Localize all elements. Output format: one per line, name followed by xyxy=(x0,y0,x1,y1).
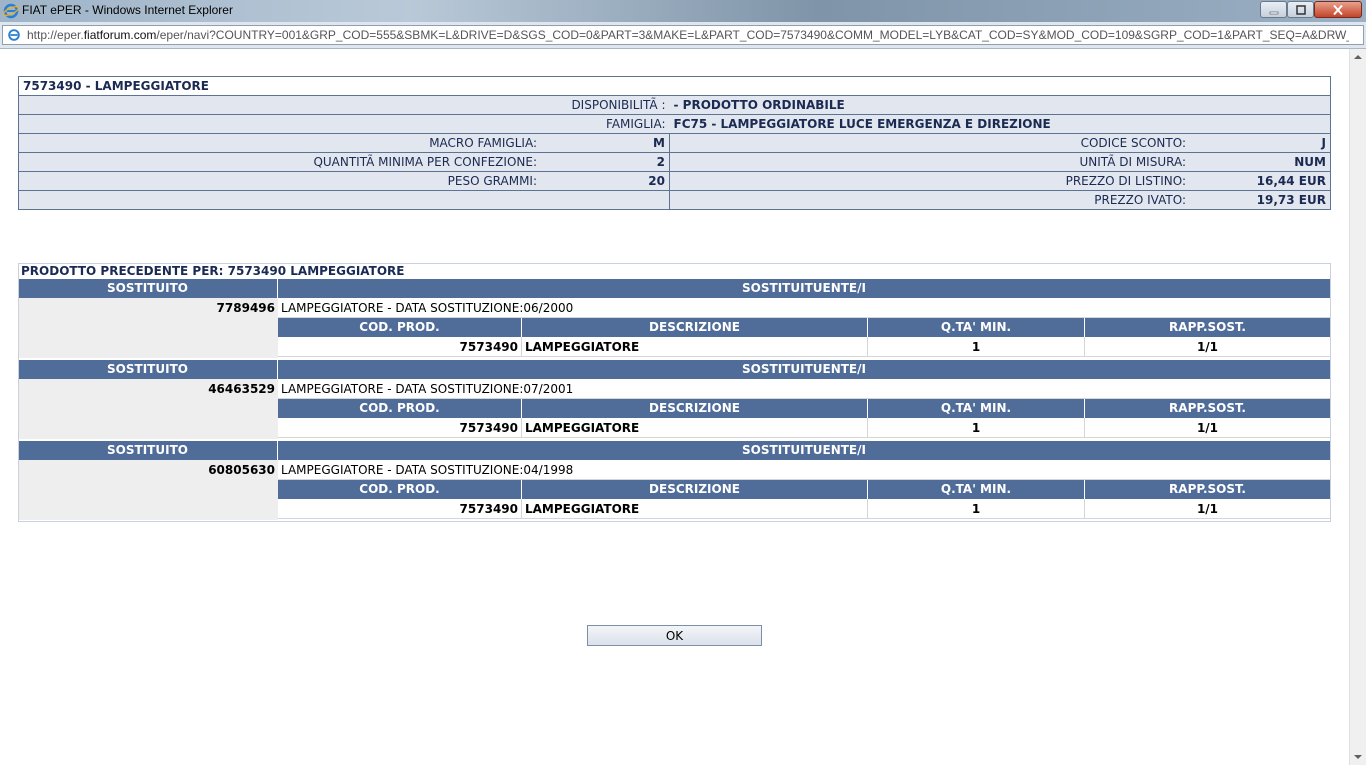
description-header: DESCRIZIONE xyxy=(522,480,868,499)
table-row: 7573490 LAMPEGGIATORE 1 1/1 xyxy=(278,499,1331,519)
table-row: 7573490 LAMPEGGIATORE 1 1/1 xyxy=(278,418,1331,438)
replaced-header: SOSTITUITO xyxy=(18,360,278,379)
new-code: 7573490 xyxy=(278,418,522,438)
code-header: COD. PROD. xyxy=(278,480,522,499)
replacing-header: SOSTITUITUENTE/I xyxy=(278,279,1331,298)
ratio-header: RAPP.SOST. xyxy=(1085,399,1331,418)
family-label: FAMIGLIA: xyxy=(18,114,670,134)
ratio: 1/1 xyxy=(1085,499,1331,519)
new-description: LAMPEGGIATORE xyxy=(522,418,868,438)
new-code: 7573490 xyxy=(278,499,522,519)
qty: 1 xyxy=(868,418,1085,438)
family-value: FC75 - LAMPEGGIATORE LUCE EMERGENZA E DI… xyxy=(669,114,1331,134)
part-header: 7573490 - LAMPEGGIATORE xyxy=(18,76,1331,96)
replaced-header: SOSTITUITO xyxy=(18,279,278,298)
page-content: 7573490 - LAMPEGGIATORE DISPONIBILITÃ : … xyxy=(0,49,1349,765)
substitution-block: SOSTITUITO SOSTITUITUENTE/I 46463529 LAM… xyxy=(18,360,1331,439)
weight-label: PESO GRAMMI: xyxy=(18,171,541,191)
code-header: COD. PROD. xyxy=(278,399,522,418)
macro-family-label: MACRO FAMIGLIA: xyxy=(18,133,541,153)
ie-logo-icon xyxy=(3,3,19,19)
weight-value: 20 xyxy=(541,171,670,191)
vat-price-label: PREZZO IVATO: xyxy=(669,190,1190,210)
ratio: 1/1 xyxy=(1085,418,1331,438)
scroll-down-icon[interactable] xyxy=(1350,749,1366,765)
ratio-header: RAPP.SOST. xyxy=(1085,318,1331,337)
replaced-code: 7789496 xyxy=(18,298,278,318)
replaced-description: LAMPEGGIATORE - DATA SOSTITUZIONE:06/200… xyxy=(278,298,1331,318)
qty: 1 xyxy=(868,499,1085,519)
spacer xyxy=(18,399,278,439)
replaced-description: LAMPEGGIATORE - DATA SOSTITUZIONE:04/199… xyxy=(278,460,1331,480)
spacer xyxy=(18,318,278,358)
new-code: 7573490 xyxy=(278,337,522,357)
replacing-header: SOSTITUITUENTE/I xyxy=(278,360,1331,379)
window-titlebar: FIAT ePER - Windows Internet Explorer xyxy=(0,0,1366,22)
close-button[interactable] xyxy=(1314,1,1362,18)
ratio: 1/1 xyxy=(1085,337,1331,357)
replaced-code: 46463529 xyxy=(18,379,278,399)
vertical-scrollbar[interactable] xyxy=(1349,49,1366,765)
macro-family-value: M xyxy=(541,133,670,153)
substitution-block: SOSTITUITO SOSTITUITUENTE/I 60805630 LAM… xyxy=(18,441,1331,520)
list-price-value: 16,44 EUR xyxy=(1190,171,1331,191)
min-qty-header: Q.TA' MIN. xyxy=(868,318,1085,337)
url-field[interactable]: http://eper.fiatforum.com/eper/navi?COUN… xyxy=(2,25,1364,45)
substitution-block: SOSTITUITO SOSTITUITUENTE/I 7789496 LAMP… xyxy=(18,279,1331,358)
min-qty-value: 2 xyxy=(541,152,670,172)
discount-code-label: CODICE SCONTO: xyxy=(669,133,1190,153)
min-qty-header: Q.TA' MIN. xyxy=(868,399,1085,418)
description-header: DESCRIZIONE xyxy=(522,318,868,337)
close-icon xyxy=(1333,4,1343,15)
scroll-up-icon[interactable] xyxy=(1350,49,1366,65)
spacer xyxy=(18,480,278,520)
part-info-table: 7573490 - LAMPEGGIATORE DISPONIBILITÃ : … xyxy=(18,76,1331,210)
maximize-icon xyxy=(1295,4,1306,15)
address-bar: http://eper.fiatforum.com/eper/navi?COUN… xyxy=(0,22,1366,49)
empty-cell xyxy=(18,190,670,210)
minimize-icon xyxy=(1269,11,1278,14)
qty: 1 xyxy=(868,337,1085,357)
list-price-label: PREZZO DI LISTINO: xyxy=(669,171,1190,191)
maximize-button[interactable] xyxy=(1287,1,1314,18)
vat-price-value: 19,73 EUR xyxy=(1190,190,1331,210)
min-qty-label: QUANTITÃ MINIMA PER CONFEZIONE: xyxy=(18,152,541,172)
unit-label: UNITÃ DI MISURA: xyxy=(669,152,1190,172)
replaced-code: 60805630 xyxy=(18,460,278,480)
ratio-header: RAPP.SOST. xyxy=(1085,480,1331,499)
availability-label: DISPONIBILITÃ : xyxy=(18,95,670,115)
table-row: 7573490 LAMPEGGIATORE 1 1/1 xyxy=(278,337,1331,357)
availability-value: - PRODOTTO ORDINABILE xyxy=(669,95,1331,115)
url-text: http://eper.fiatforum.com/eper/navi?COUN… xyxy=(27,28,1349,42)
code-header: COD. PROD. xyxy=(278,318,522,337)
substitutions-title: PRODOTTO PRECEDENTE PER: 7573490 LAMPEGG… xyxy=(18,263,1331,279)
window-title: FIAT ePER - Windows Internet Explorer xyxy=(22,3,233,17)
replaced-header: SOSTITUITO xyxy=(18,441,278,460)
replacing-header: SOSTITUITUENTE/I xyxy=(278,441,1331,460)
minimize-button[interactable] xyxy=(1260,1,1287,18)
new-description: LAMPEGGIATORE xyxy=(522,499,868,519)
replaced-description: LAMPEGGIATORE - DATA SOSTITUZIONE:07/200… xyxy=(278,379,1331,399)
min-qty-header: Q.TA' MIN. xyxy=(868,480,1085,499)
description-header: DESCRIZIONE xyxy=(522,399,868,418)
unit-value: NUM xyxy=(1190,152,1331,172)
ok-button[interactable]: OK xyxy=(587,625,762,646)
new-description: LAMPEGGIATORE xyxy=(522,337,868,357)
discount-code-value: J xyxy=(1190,133,1331,153)
page-icon xyxy=(8,29,20,41)
